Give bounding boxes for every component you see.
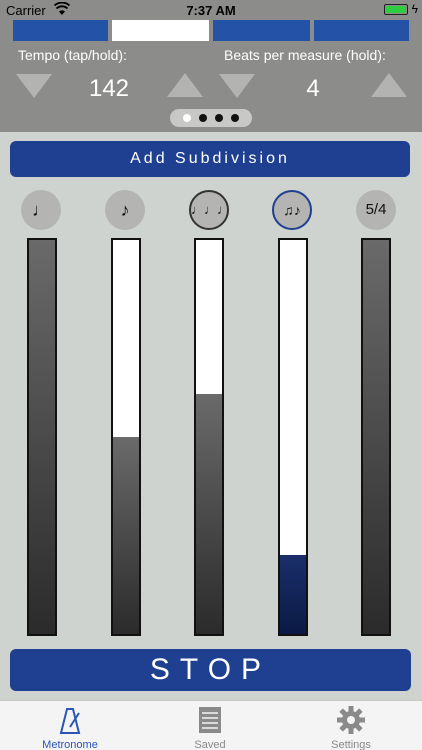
beat-indicator[interactable] [13,20,108,41]
volume-slider[interactable] [194,238,224,636]
tab-label: Saved [194,739,226,750]
beat-indicator[interactable] [213,20,310,41]
tempo-up-icon[interactable] [167,73,203,97]
beat-indicator[interactable] [112,20,209,41]
beats-value[interactable]: 4 [282,75,344,103]
tab-label: Settings [331,739,371,750]
tab-metronome[interactable]: Metronome [15,705,125,750]
slider-fill [29,240,55,634]
page-dot [215,114,223,122]
charging-icon: ϟ [411,2,418,16]
tempo-panel: Tempo (tap/hold): Beats per measure (hol… [0,20,422,132]
beats-up-icon[interactable] [371,73,407,97]
quarter-triplet-icon[interactable]: ♩♩♩ [189,190,230,230]
gear-icon [337,706,365,734]
five-four-icon[interactable]: 5/4 [356,190,396,230]
tempo-down-icon[interactable] [16,74,52,98]
volume-slider[interactable] [361,238,391,636]
beats-down-icon[interactable] [219,74,255,98]
page-dot [199,114,207,122]
page-dot [183,114,191,122]
tab-settings[interactable]: Settings [296,705,406,750]
tempo-label: Tempo (tap/hold): [18,47,127,63]
eighth-triplet-icon[interactable]: ♫♪ [272,190,312,230]
slider-fill [196,393,222,634]
page-indicator[interactable] [170,109,252,127]
beats-label: Beats per measure (hold): [224,47,386,63]
document-icon [199,707,221,733]
slider-fill [363,240,389,634]
battery-icon [384,4,408,15]
quarter-note-icon[interactable]: ♩ [21,190,61,230]
tab-bar: Metronome Saved Settings [0,700,422,750]
tempo-value[interactable]: 142 [78,75,140,103]
eighth-note-icon[interactable]: ♪ [105,190,145,230]
slider-fill [113,437,139,634]
tab-saved[interactable]: Saved [155,705,265,750]
metronome-icon [59,708,81,734]
volume-slider[interactable] [111,238,141,636]
volume-slider[interactable] [278,238,308,636]
slider-fill [280,555,306,634]
beat-indicator[interactable] [314,20,409,41]
tab-label: Metronome [42,739,98,750]
stop-button[interactable]: STOP [10,649,411,691]
status-bar: Carrier 7:37 AM ϟ [0,0,422,20]
page-dot [231,114,239,122]
clock: 7:37 AM [186,3,236,18]
add-subdivision-button[interactable]: Add Subdivision [10,141,410,177]
volume-slider[interactable] [27,238,57,636]
